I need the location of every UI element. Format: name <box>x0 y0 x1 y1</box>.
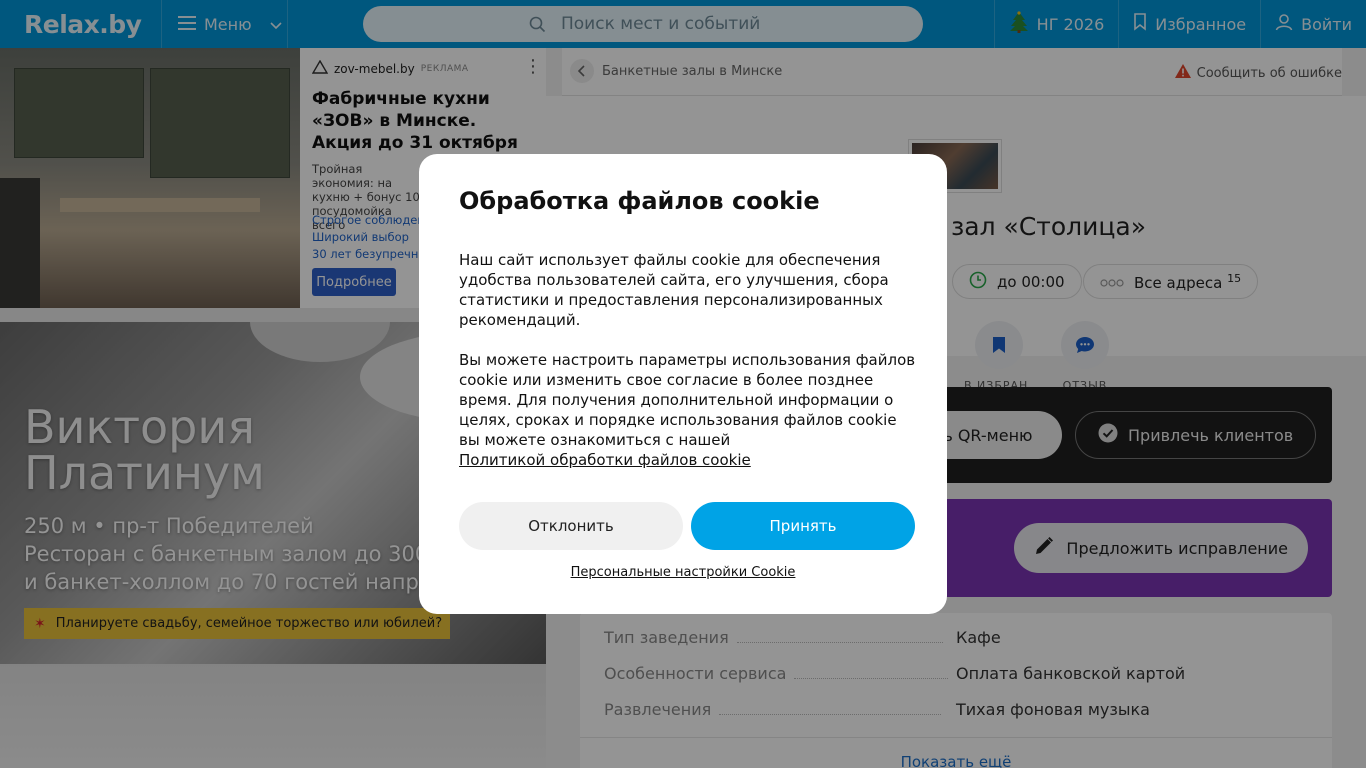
cookie-modal-paragraph: Вы можете настроить параметры использова… <box>459 350 919 470</box>
cookie-modal-paragraph: Наш сайт использует файлы cookie для обе… <box>459 251 889 329</box>
cookie-modal: Обработка файлов cookie Наш сайт использ… <box>419 154 947 614</box>
cookie-modal-title: Обработка файлов cookie <box>459 187 820 215</box>
decline-button[interactable]: Отклонить <box>459 502 683 550</box>
accept-button[interactable]: Принять <box>691 502 915 550</box>
cookie-modal-paragraph-text: Вы можете настроить параметры использова… <box>459 351 916 449</box>
cookie-settings-link[interactable]: Персональные настройки Cookie <box>419 565 947 580</box>
cookie-policy-link[interactable]: Политикой обработки файлов cookie <box>459 451 751 469</box>
